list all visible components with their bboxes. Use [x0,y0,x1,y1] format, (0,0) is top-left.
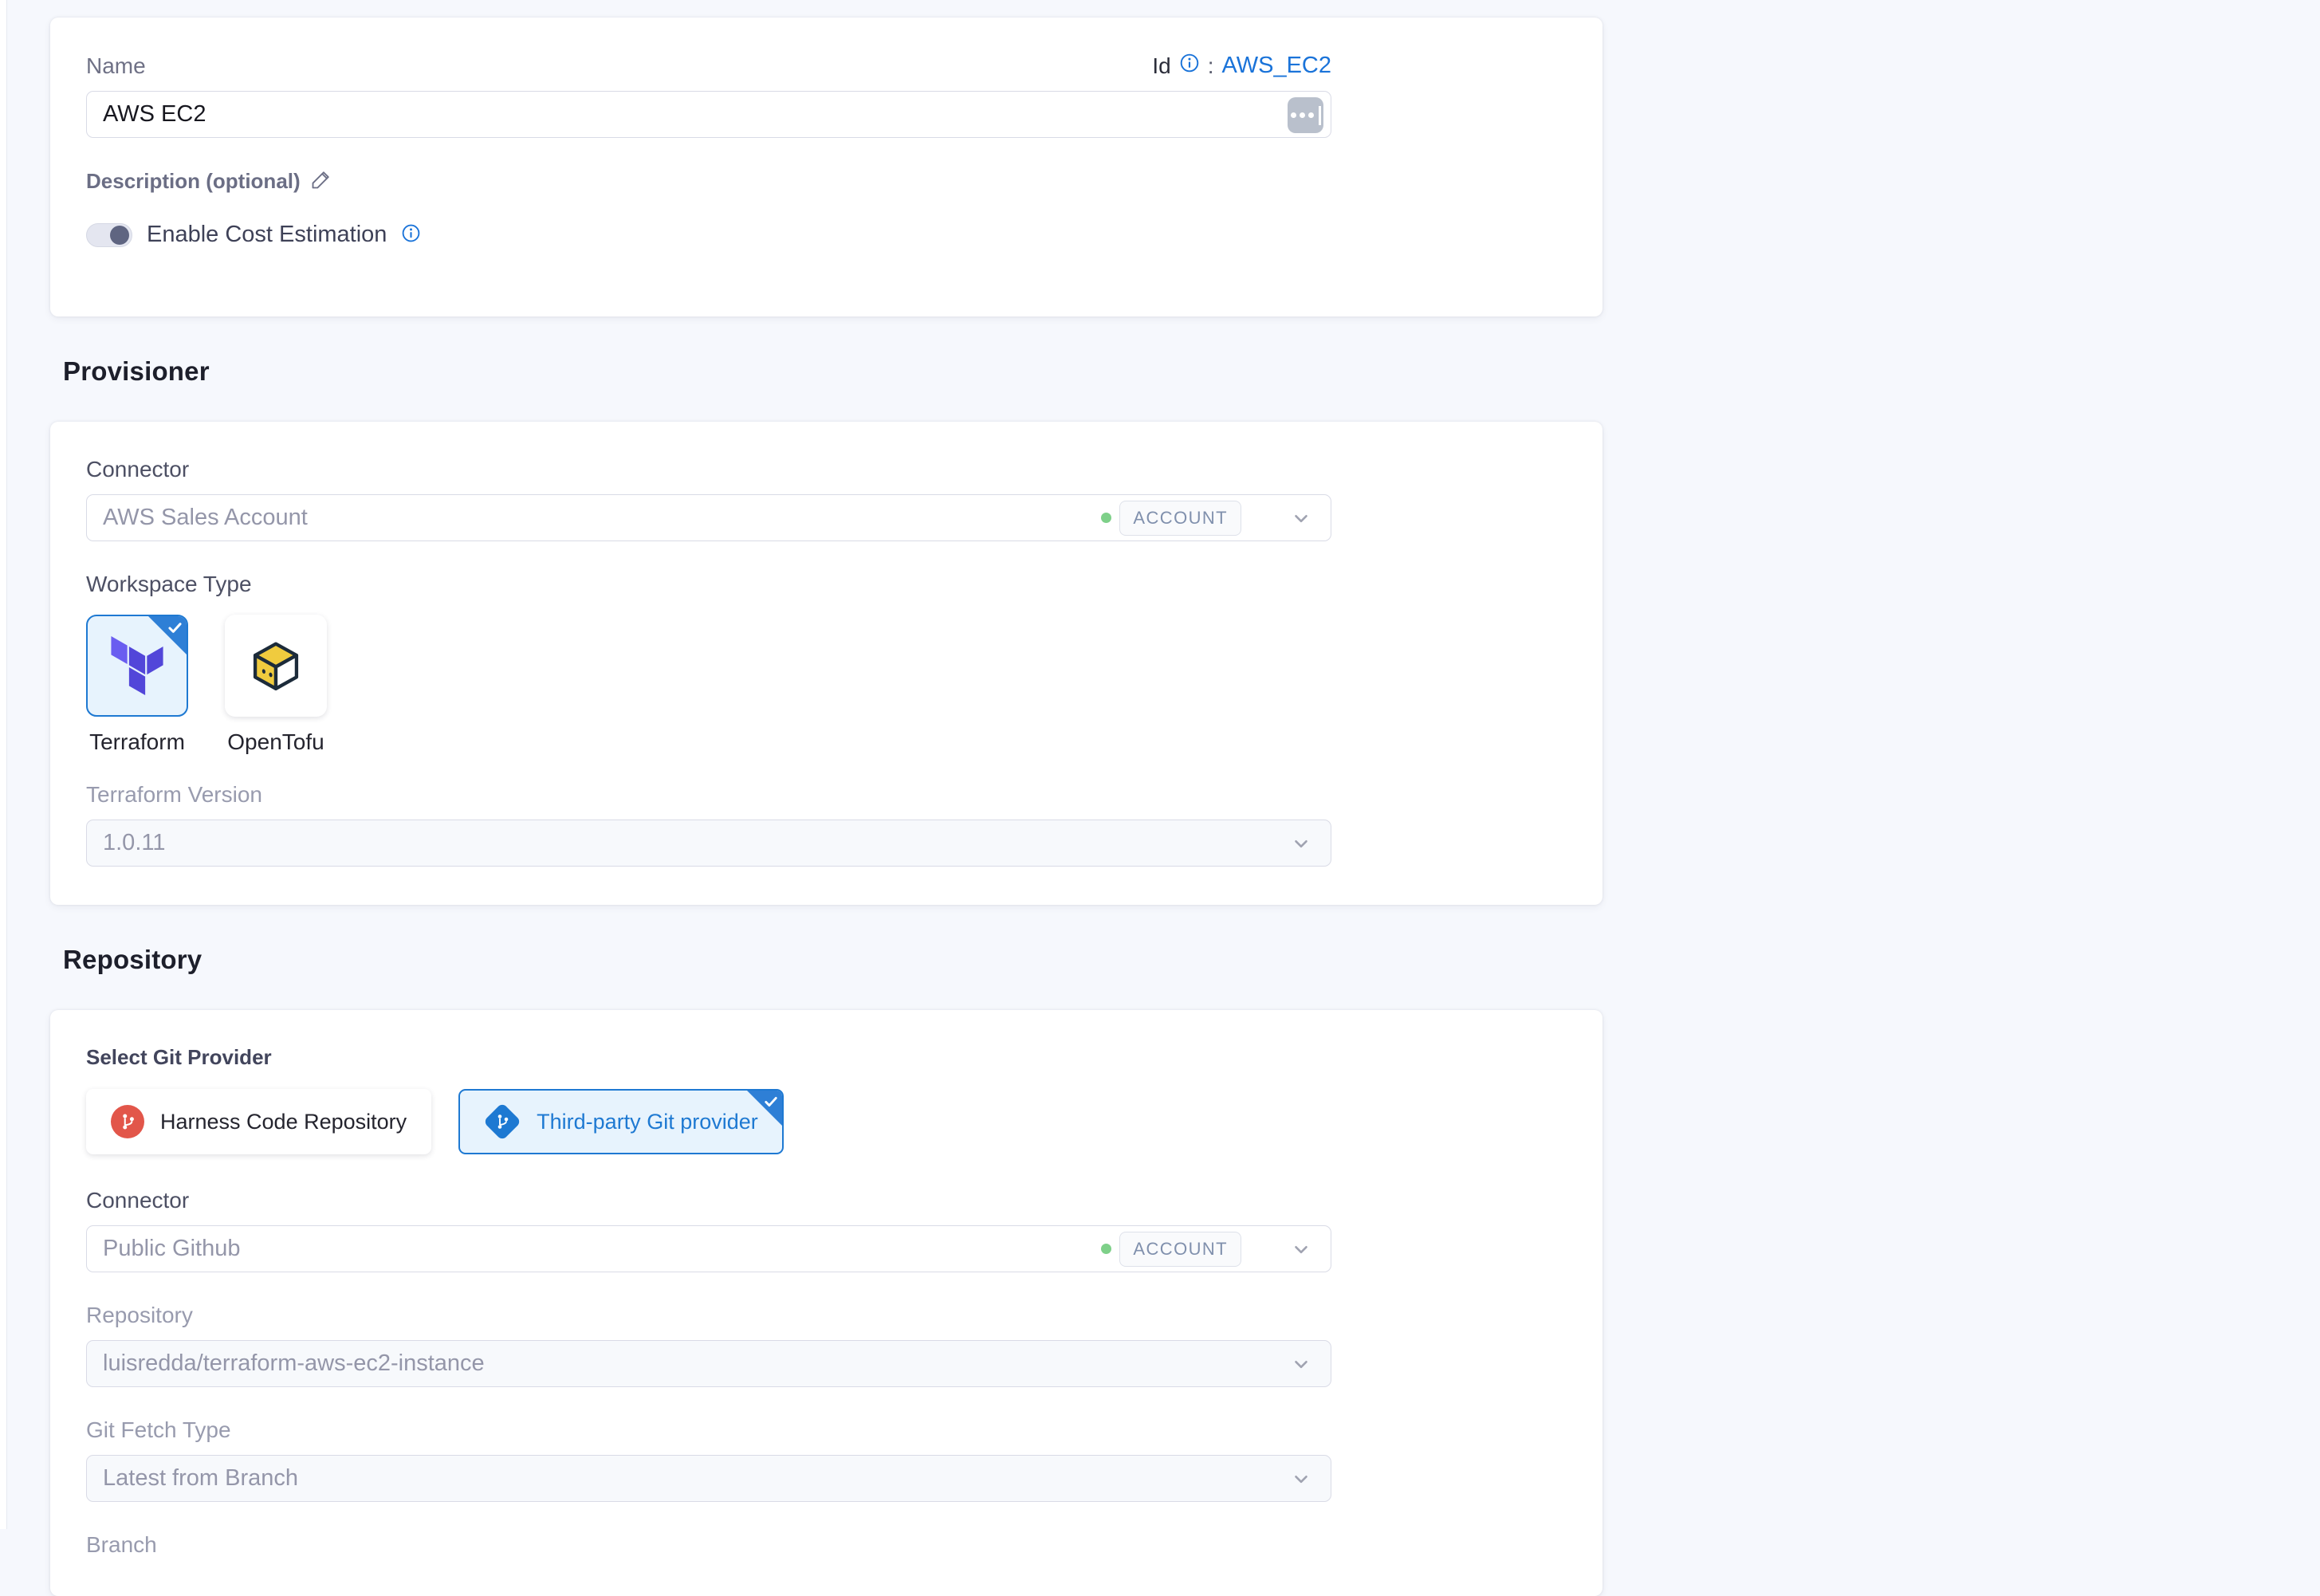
workspace-type-terraform[interactable] [86,615,188,717]
repository-heading: Repository [63,945,1602,975]
chevron-down-icon [1291,1239,1311,1260]
workspace-type-terraform-label: Terraform [89,729,185,755]
left-nav-edge [0,0,7,1529]
edit-pencil-icon[interactable] [310,168,332,195]
git-fetch-type-select[interactable]: Latest from Branch [86,1455,1331,1502]
repo-connector-value: Public Github [103,1236,241,1262]
cost-estimation-toggle[interactable] [86,223,132,247]
git-provider-harness-label: Harness Code Repository [160,1110,407,1134]
terraform-version-select[interactable]: 1.0.11 [86,820,1331,867]
git-provider-harness-button[interactable]: Harness Code Repository [86,1089,431,1154]
git-fetch-type-value: Latest from Branch [103,1465,298,1492]
repository-value: luisredda/terraform-aws-ec2-instance [103,1350,485,1377]
git-fetch-type-label: Git Fetch Type [86,1417,1567,1443]
provisioner-connector-select[interactable]: AWS Sales Account ACCOUNT [86,494,1331,541]
repository-select[interactable]: luisredda/terraform-aws-ec2-instance [86,1340,1331,1387]
workspace-config-form: Name Id : AWS_EC2 AWS EC2 Description (o… [50,0,1602,1596]
connector-value: AWS Sales Account [103,505,308,531]
workspace-type-opentofu[interactable] [225,615,327,717]
chevron-down-icon [1291,1354,1311,1374]
id-colon: : [1208,53,1214,79]
description-label: Description (optional) [86,169,301,194]
repo-connector-label: Connector [86,1188,1567,1213]
info-icon[interactable] [1179,53,1200,79]
opentofu-logo-icon [247,637,305,694]
repository-card: Select Git Provider Harness Code Reposit… [50,1010,1602,1596]
chevron-down-icon [1291,1468,1311,1489]
name-edit-icon[interactable] [1288,97,1323,133]
provisioner-heading: Provisioner [63,356,1602,387]
info-icon[interactable] [401,223,421,247]
name-input-value: AWS EC2 [103,101,206,128]
git-provider-thirdparty-button[interactable]: Third-party Git provider [458,1089,784,1154]
terraform-version-label: Terraform Version [86,782,1567,808]
terraform-version-value: 1.0.11 [103,830,165,856]
id-row: Id : AWS_EC2 [1152,53,1331,79]
select-git-provider-label: Select Git Provider [86,1045,1567,1070]
name-input[interactable]: AWS EC2 [86,91,1331,138]
git-provider-thirdparty-label: Third-party Git provider [537,1110,758,1134]
id-label: Id [1152,53,1170,79]
name-card: Name Id : AWS_EC2 AWS EC2 Description (o… [50,18,1602,316]
provisioner-card: Connector AWS Sales Account ACCOUNT Work… [50,422,1602,905]
git-branch-icon [483,1103,521,1141]
harness-code-icon [111,1105,144,1138]
workspace-type-opentofu-label: OpenTofu [227,729,324,755]
scope-badge: ACCOUNT [1119,1232,1241,1267]
id-value-link[interactable]: AWS_EC2 [1221,53,1331,79]
branch-label: Branch [86,1532,1567,1558]
connector-status-dot [1101,1244,1111,1254]
check-icon [763,1094,779,1110]
chevron-down-icon [1291,508,1311,529]
chevron-down-icon [1291,833,1311,854]
workspace-type-label: Workspace Type [86,572,1567,597]
cost-estimation-label: Enable Cost Estimation [147,222,387,248]
repo-connector-select[interactable]: Public Github ACCOUNT [86,1225,1331,1272]
scope-badge: ACCOUNT [1119,501,1241,536]
name-label: Name [86,53,146,79]
check-icon [167,619,183,636]
repository-field-label: Repository [86,1303,1567,1328]
connector-status-dot [1101,513,1111,523]
connector-label: Connector [86,457,1567,482]
